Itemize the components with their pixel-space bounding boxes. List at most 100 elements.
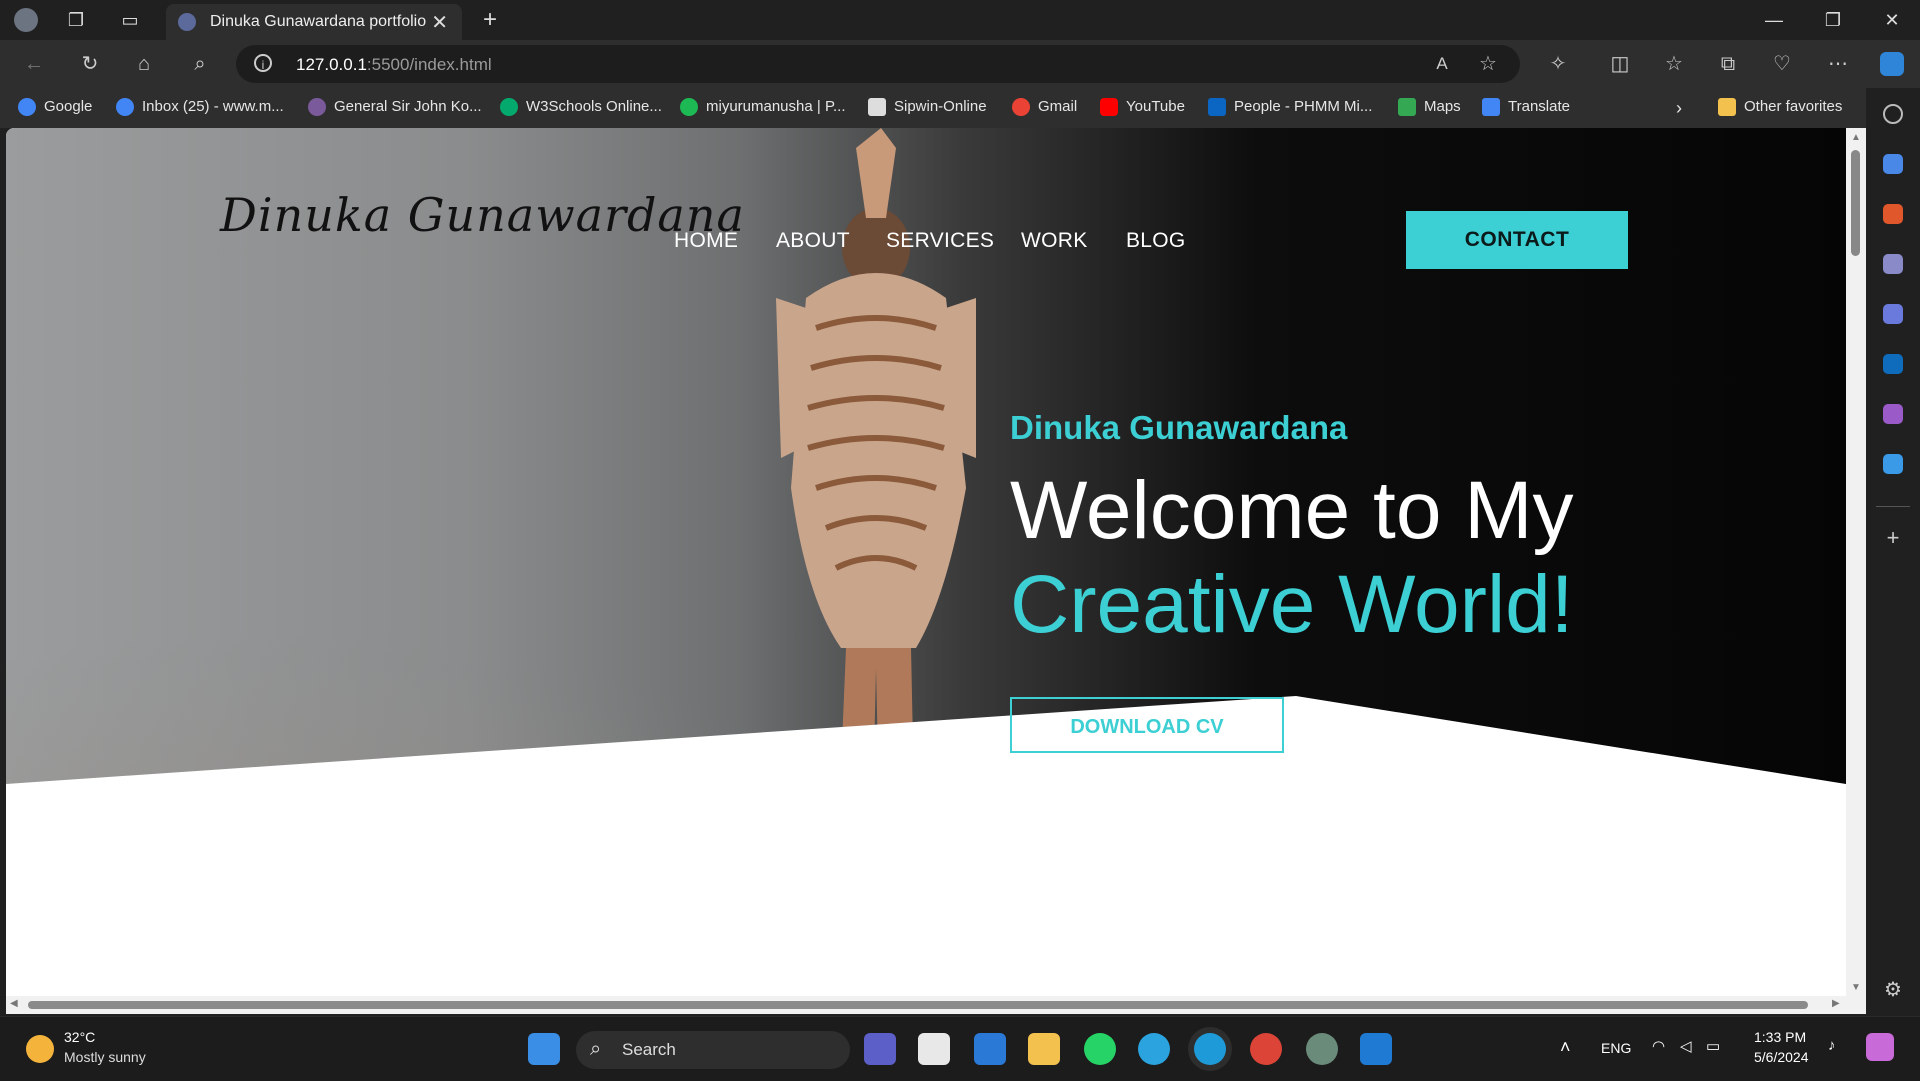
split-screen-icon[interactable]: ◫ <box>1608 52 1632 76</box>
new-tab-icon[interactable]: + <box>478 8 502 32</box>
shopping-tag-icon[interactable] <box>1883 154 1903 174</box>
chatgpt-icon[interactable] <box>1306 1033 1338 1065</box>
extensions-icon[interactable]: ✧ <box>1546 52 1570 76</box>
vertical-scrollbar[interactable]: ▲ ▼ <box>1846 128 1866 1014</box>
nav-work[interactable]: WORK <box>1021 229 1088 253</box>
taskbar-search[interactable]: ⌕ Search <box>576 1031 850 1069</box>
bookmark-miyurumanusha[interactable]: miyurumanusha | P... <box>680 98 846 118</box>
chrome-icon[interactable] <box>1250 1033 1282 1065</box>
hero-name: Dinuka Gunawardana <box>1010 409 1348 446</box>
bookmark-label: Maps <box>1424 98 1461 115</box>
bookmark-label: Google <box>44 98 93 115</box>
site-logo[interactable]: Dinuka Gunawardana <box>220 188 745 242</box>
tab-favicon-icon <box>178 13 196 31</box>
bookmark-people[interactable]: People - PHMM Mi... <box>1208 98 1372 118</box>
collections-icon[interactable]: ⧉ <box>1716 52 1740 76</box>
bookmark-general-sir-john[interactable]: General Sir John Ko... <box>308 98 482 118</box>
telegram-icon[interactable] <box>1138 1033 1170 1065</box>
page-viewport: Dinuka Gunawardana HOME ABOUT SERVICES W… <box>6 128 1846 1014</box>
search-icon[interactable]: ⌕ <box>188 52 212 76</box>
profile-avatar[interactable] <box>14 8 38 32</box>
outlook-icon[interactable] <box>1883 354 1903 374</box>
weather-temp[interactable]: 32°C <box>64 1029 95 1045</box>
bookmark-translate[interactable]: Translate <box>1482 98 1570 118</box>
bookmark-google[interactable]: Google <box>18 98 92 118</box>
bookmark-inbox[interactable]: Inbox (25) - www.m... <box>116 98 284 118</box>
clock-time[interactable]: 1:33 PM <box>1754 1029 1806 1045</box>
designer-icon[interactable] <box>1883 404 1903 424</box>
bookmark-w3schools[interactable]: W3Schools Online... <box>500 98 662 118</box>
start-windows-icon[interactable] <box>528 1033 560 1065</box>
bookmarks-bar: Google Inbox (25) - www.m... General Sir… <box>0 88 1920 128</box>
favorite-star-icon[interactable]: ☆ <box>1476 52 1500 76</box>
nav-services[interactable]: SERVICES <box>886 229 994 253</box>
scroll-right-arrow-icon[interactable]: ▶ <box>1832 998 1840 1009</box>
address-bar[interactable]: i 127.0.0.1:5500/index.html A ☆ <box>236 45 1520 83</box>
edge-icon[interactable] <box>1194 1033 1226 1065</box>
more-menu-icon[interactable]: ⋯ <box>1826 52 1850 76</box>
nav-about[interactable]: ABOUT <box>776 229 850 253</box>
hero-headline-line2: Creative World! <box>1010 559 1574 650</box>
download-cv-button[interactable]: DOWNLOAD CV <box>1010 697 1284 753</box>
add-sidebar-app-icon[interactable]: + <box>1883 527 1903 549</box>
vertical-scroll-thumb[interactable] <box>1851 150 1860 256</box>
hero-headline-line1: Welcome to My <box>1010 465 1574 556</box>
file-explorer-icon[interactable] <box>1028 1033 1060 1065</box>
microsoft-store-icon[interactable] <box>918 1033 950 1065</box>
send-icon[interactable] <box>1883 454 1903 474</box>
weather-sun-icon[interactable] <box>26 1035 54 1063</box>
contact-button[interactable]: CONTACT <box>1406 211 1628 269</box>
restore-button[interactable]: ❐ <box>1813 6 1853 34</box>
bookmarks-overflow-chevron-icon[interactable]: › <box>1676 98 1682 118</box>
workspaces-icon[interactable]: ❐ <box>64 8 88 32</box>
url-host: 127.0.0.1 <box>296 55 367 74</box>
sidebar-search-icon[interactable] <box>1883 104 1903 124</box>
mail-icon[interactable] <box>974 1033 1006 1065</box>
scroll-up-arrow-icon[interactable]: ▲ <box>1851 132 1861 143</box>
nav-home[interactable]: HOME <box>674 229 738 253</box>
back-icon[interactable]: ← <box>22 52 46 76</box>
bookmark-youtube[interactable]: YouTube <box>1100 98 1185 118</box>
sidebar-settings-icon[interactable]: ⚙ <box>1883 980 1903 1000</box>
teams-icon[interactable] <box>864 1033 896 1065</box>
copilot-taskbar-icon[interactable] <box>1866 1033 1894 1061</box>
tab-actions-icon[interactable]: ▭ <box>118 8 142 32</box>
bookmark-sipwin[interactable]: Sipwin-Online <box>868 98 987 118</box>
tab-close-icon[interactable]: ✕ <box>431 10 448 35</box>
volume-icon[interactable]: ◁ <box>1680 1037 1692 1055</box>
wifi-icon[interactable]: ◠ <box>1652 1037 1665 1055</box>
favorites-icon[interactable]: ☆ <box>1662 52 1686 76</box>
taskbar-search-label: Search <box>622 1040 676 1059</box>
whatsapp-icon[interactable] <box>1084 1033 1116 1065</box>
refresh-icon[interactable]: ↻ <box>78 52 102 76</box>
minimize-button[interactable]: — <box>1754 6 1794 34</box>
site-info-icon[interactable]: i <box>254 54 272 72</box>
language-indicator[interactable]: ENG <box>1601 1040 1631 1056</box>
title-bar: ❐ ▭ Dinuka Gunawardana portfolio ✕ + — ❐… <box>0 0 1920 40</box>
copilot-icon[interactable] <box>1880 52 1904 76</box>
bookmark-maps[interactable]: Maps <box>1398 98 1461 118</box>
nav-blog[interactable]: BLOG <box>1126 229 1186 253</box>
games-icon[interactable] <box>1883 254 1903 274</box>
google-icon <box>18 98 36 117</box>
scroll-left-arrow-icon[interactable]: ◀ <box>10 998 18 1009</box>
scroll-down-arrow-icon[interactable]: ▼ <box>1851 982 1861 993</box>
battery-icon[interactable]: ▭ <box>1706 1037 1720 1055</box>
horizontal-scroll-thumb[interactable] <box>28 1001 1808 1009</box>
other-favorites[interactable]: Other favorites <box>1718 98 1842 118</box>
performance-icon[interactable]: ♡ <box>1770 52 1794 76</box>
weather-desc[interactable]: Mostly sunny <box>64 1049 146 1065</box>
vscode-icon[interactable] <box>1360 1033 1392 1065</box>
home-icon[interactable]: ⌂ <box>132 52 156 76</box>
browser-tab[interactable]: Dinuka Gunawardana portfolio ✕ <box>166 4 462 40</box>
tray-overflow-chevron-icon[interactable]: ˄ <box>1560 1037 1571 1058</box>
bookmark-gmail[interactable]: Gmail <box>1012 98 1077 118</box>
tab-title: Dinuka Gunawardana portfolio <box>210 13 427 30</box>
close-window-button[interactable]: ✕ <box>1872 6 1912 34</box>
notifications-bell-icon[interactable]: ♪ <box>1828 1037 1836 1054</box>
read-aloud-icon[interactable]: A <box>1430 52 1454 76</box>
horizontal-scrollbar[interactable]: ◀ ▶ <box>6 996 1846 1014</box>
clock-date[interactable]: 5/6/2024 <box>1754 1049 1809 1065</box>
microsoft365-icon[interactable] <box>1883 304 1903 324</box>
tools-icon[interactable] <box>1883 204 1903 224</box>
